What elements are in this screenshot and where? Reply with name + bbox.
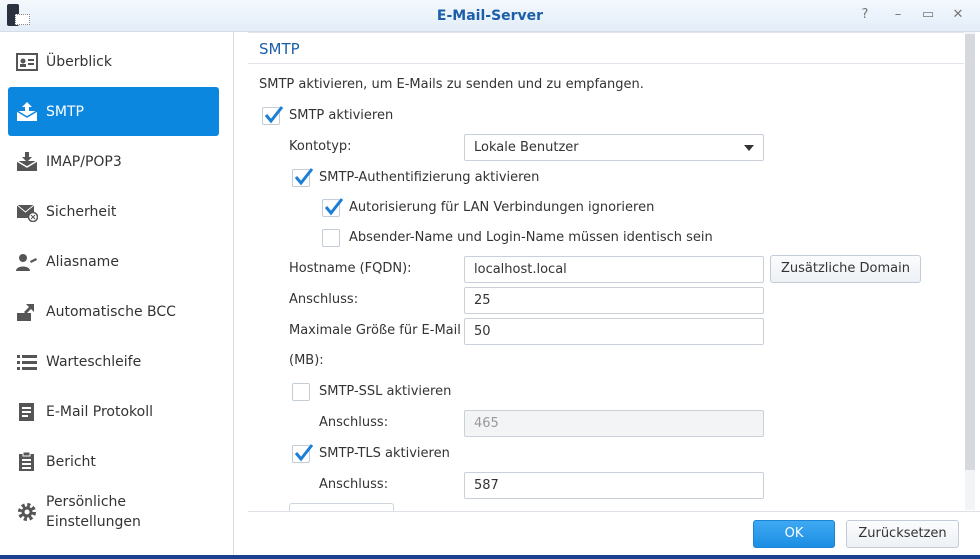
sidebar-item-warteschleife[interactable]: Warteschleife <box>8 337 219 386</box>
additional-domain-button[interactable]: Zusätzliche Domain <box>770 255 921 283</box>
sender-match-label: Absender-Name und Login-Name müssen iden… <box>349 230 713 245</box>
sidebar-item-label: IMAP/POP3 <box>46 153 122 170</box>
max-size-unit-label: (MB): <box>289 353 324 368</box>
title-bar: E-Mail-Server ? – ▭ ✕ <box>0 0 980 32</box>
account-type-select[interactable]: Lokale Benutzer <box>464 134 764 161</box>
tls-port-label: Anschluss: <box>319 477 389 492</box>
smtp-tls-label: SMTP-TLS aktivieren <box>319 446 450 461</box>
minimize-button[interactable]: – <box>890 7 906 23</box>
bcc-icon <box>16 302 38 322</box>
section-title: SMTP <box>259 40 300 58</box>
sidebar-item-imap-pop3[interactable]: IMAP/POP3 <box>8 137 219 186</box>
tls-port-input[interactable]: 587 <box>464 472 764 499</box>
smtp-tls-checkbox[interactable] <box>292 444 314 463</box>
hostname-input[interactable]: localhost.local <box>464 256 764 283</box>
taskbar-strip <box>0 555 980 559</box>
log-icon <box>16 402 38 422</box>
ignore-lan-label: Autorisierung für LAN Verbindungen ignor… <box>349 200 655 215</box>
smtp-ssl-label: SMTP-SSL aktivieren <box>319 384 452 399</box>
checkmark-icon <box>294 444 314 462</box>
sidebar-item-bericht[interactable]: Bericht <box>8 437 219 486</box>
report-icon <box>16 451 38 472</box>
sidebar-item-sicherheit[interactable]: Sicherheit <box>8 187 219 236</box>
enable-smtp-label: SMTP aktivieren <box>289 108 394 123</box>
sidebar-item-label: Persönliche Einstellungen <box>46 493 141 530</box>
gear-icon <box>16 502 38 522</box>
mail-receive-icon <box>16 151 38 172</box>
max-size-label: Maximale Größe für E-Mail <box>289 323 461 338</box>
sidebar-item-label: Überblick <box>46 53 112 70</box>
sender-match-checkbox[interactable] <box>322 229 340 247</box>
sidebar-item-aliasname[interactable]: Aliasname <box>8 237 219 286</box>
port-input[interactable]: 25 <box>464 287 764 314</box>
close-button[interactable]: ✕ <box>950 7 966 23</box>
ok-button[interactable]: OK <box>753 520 835 548</box>
sidebar-item-label: Bericht <box>46 453 96 470</box>
window-title: E-Mail-Server <box>436 8 544 24</box>
ssl-port-label: Anschluss: <box>319 415 389 430</box>
sidebar-item-smtp[interactable]: SMTP <box>8 87 219 136</box>
overview-icon <box>16 52 38 72</box>
sidebar-item-label: E-Mail Protokoll <box>46 403 154 420</box>
sidebar-item-e-mail-protokoll[interactable]: E-Mail Protokoll <box>8 387 219 436</box>
partially-hidden-button[interactable] <box>289 503 394 511</box>
sidebar-item-überblick[interactable]: Überblick <box>8 37 219 86</box>
help-button[interactable]: ? <box>857 7 873 23</box>
checkmark-icon <box>324 198 344 216</box>
chevron-down-icon <box>744 145 754 151</box>
alias-icon <box>16 252 38 272</box>
sidebar-item-label: Warteschleife <box>46 353 142 370</box>
sidebar-item-label: Aliasname <box>46 253 119 270</box>
sidebar-item-persönliche-einstellungen[interactable]: Persönliche Einstellungen <box>8 487 219 536</box>
sidebar-item-label: SMTP <box>46 103 84 120</box>
max-size-input[interactable]: 50 <box>464 318 764 345</box>
scrollbar-track[interactable] <box>965 32 975 510</box>
description: SMTP aktivieren, um E-Mails zu senden un… <box>259 77 644 92</box>
queue-icon <box>16 352 38 372</box>
enable-smtp-checkbox[interactable] <box>262 106 284 125</box>
hostname-label: Hostname (FQDN): <box>289 261 412 276</box>
smtp-auth-label: SMTP-Authentifizierung aktivieren <box>319 170 540 185</box>
smtp-ssl-checkbox[interactable] <box>292 383 310 401</box>
reset-button[interactable]: Zurücksetzen <box>846 520 959 548</box>
mail-security-icon <box>16 202 38 222</box>
ignore-lan-checkbox[interactable] <box>322 198 344 217</box>
account-type-label: Kontotyp: <box>289 139 352 154</box>
maximize-button[interactable]: ▭ <box>920 7 936 23</box>
scrollbar-thumb[interactable] <box>965 34 975 470</box>
account-type-value: Lokale Benutzer <box>474 140 579 155</box>
sidebar-item-label: Automatische BCC <box>46 303 176 320</box>
smtp-auth-checkbox[interactable] <box>292 168 314 187</box>
port-label: Anschluss: <box>289 292 359 307</box>
ssl-port-input[interactable]: 465 <box>464 410 764 437</box>
sidebar-item-label: Sicherheit <box>46 203 117 220</box>
sidebar-item-automatische-bcc[interactable]: Automatische BCC <box>8 287 219 336</box>
mail-send-icon <box>16 101 38 122</box>
checkmark-icon <box>264 106 284 124</box>
checkmark-icon <box>294 168 314 186</box>
